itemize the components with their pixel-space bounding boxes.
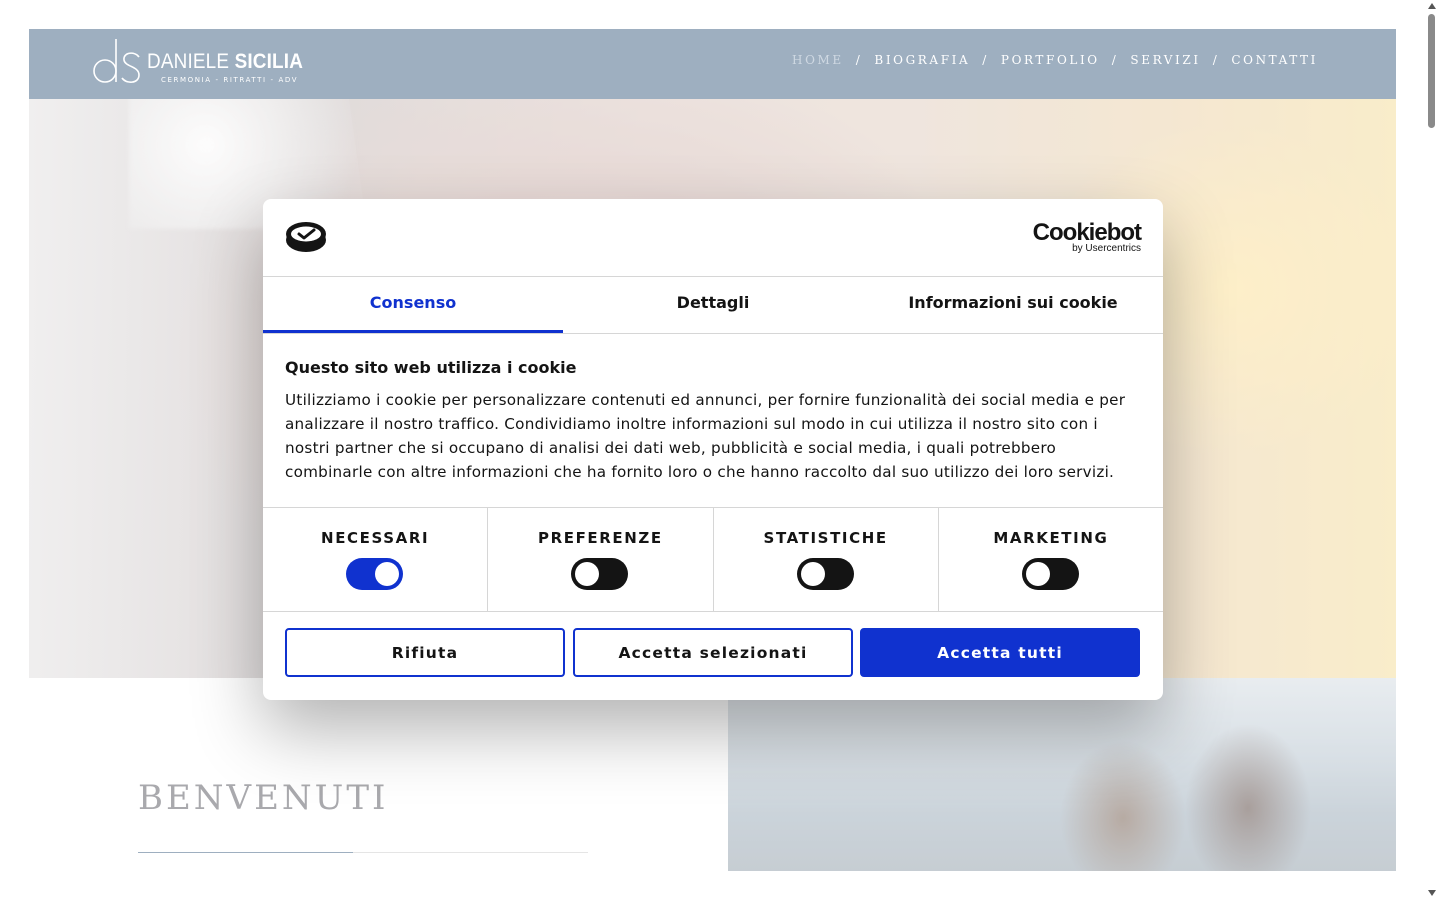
cookiebot-logo-icon xyxy=(286,222,326,252)
site-logo[interactable]: DANIELE SICILIA CERMONIA - RITRATTI - AD… xyxy=(91,37,331,93)
main-nav: HOME / BIOGRAFIA / PORTFOLIO / SERVIZI /… xyxy=(792,53,1318,67)
tab-informazioni[interactable]: Informazioni sui cookie xyxy=(863,277,1163,333)
nav-separator: / xyxy=(1212,53,1220,67)
brand-name: Cookiebot xyxy=(1032,219,1142,246)
category-label: STATISTICHE xyxy=(763,529,888,547)
toggle-knob xyxy=(375,562,400,586)
category-marketing: MARKETING xyxy=(939,508,1163,611)
category-label: NECESSARI xyxy=(321,529,430,547)
category-label: PREFERENZE xyxy=(537,529,663,547)
nav-portfolio[interactable]: PORTFOLIO xyxy=(1001,53,1100,67)
site-header: DANIELE SICILIA CERMONIA - RITRATTI - AD… xyxy=(29,29,1396,99)
toggle-statistiche[interactable] xyxy=(796,558,854,590)
accept-selected-button[interactable]: Accetta selezionati xyxy=(573,628,853,677)
toggle-marketing[interactable] xyxy=(1021,558,1079,590)
nav-separator: / xyxy=(855,53,863,67)
nav-separator: / xyxy=(1111,53,1119,67)
nav-home[interactable]: HOME xyxy=(792,53,844,67)
toggle-necessari[interactable] xyxy=(346,558,404,590)
nav-servizi[interactable]: SERVIZI xyxy=(1130,53,1200,67)
cookie-consent-dialog: Cookiebot by Usercentrics Consenso Detta… xyxy=(263,199,1163,700)
welcome-title: BENVENUTI xyxy=(138,778,389,818)
welcome-divider xyxy=(138,852,588,853)
nav-biografia[interactable]: BIOGRAFIA xyxy=(874,53,970,67)
toggle-knob xyxy=(800,562,825,586)
scroll-up-icon[interactable] xyxy=(1428,3,1436,9)
nav-contatti[interactable]: CONTATTI xyxy=(1231,53,1318,67)
category-statistiche: STATISTICHE xyxy=(714,508,939,611)
dialog-tabs: Consenso Dettagli Informazioni sui cooki… xyxy=(263,277,1163,334)
nav-separator: / xyxy=(982,53,989,67)
category-necessari: NECESSARI xyxy=(263,508,489,611)
tab-dettagli[interactable]: Dettagli xyxy=(563,277,863,333)
logo-name: DANIELE SICILIA xyxy=(147,50,304,73)
tab-consenso[interactable]: Consenso xyxy=(263,277,563,333)
dialog-buttons: Rifiuta Accetta selezionati Accetta tutt… xyxy=(285,628,1141,677)
dialog-header: Cookiebot by Usercentrics xyxy=(263,199,1163,277)
reject-button[interactable]: Rifiuta xyxy=(285,628,565,677)
accept-all-button[interactable]: Accetta tutti xyxy=(860,628,1140,677)
logo-tagline: CERMONIA - RITRATTI - ADV xyxy=(161,76,299,84)
toggle-preferenze[interactable] xyxy=(571,558,629,590)
toggle-knob xyxy=(575,562,600,586)
category-label: MARKETING xyxy=(993,529,1109,547)
couple-overlay xyxy=(728,678,1396,871)
cookiebot-brand[interactable]: Cookiebot by Usercentrics xyxy=(1032,219,1142,255)
consent-categories: NECESSARI PREFERENZE STATISTICHE MARKETI… xyxy=(263,507,1163,612)
couple-photo xyxy=(728,678,1396,871)
dialog-description: Utilizziamo i cookie per personalizzare … xyxy=(285,391,1126,481)
category-preferenze: PREFERENZE xyxy=(488,508,714,611)
welcome-divider-accent xyxy=(138,852,353,853)
toggle-knob xyxy=(1025,562,1050,586)
welcome-section: BENVENUTI xyxy=(29,678,1396,900)
scroll-down-icon[interactable] xyxy=(1428,890,1436,896)
ds-monogram-icon xyxy=(93,39,140,83)
scrollbar-thumb[interactable] xyxy=(1428,14,1435,128)
dialog-title: Questo sito web utilizza i cookie xyxy=(285,358,577,377)
page-scrollbar[interactable] xyxy=(1425,0,1440,900)
